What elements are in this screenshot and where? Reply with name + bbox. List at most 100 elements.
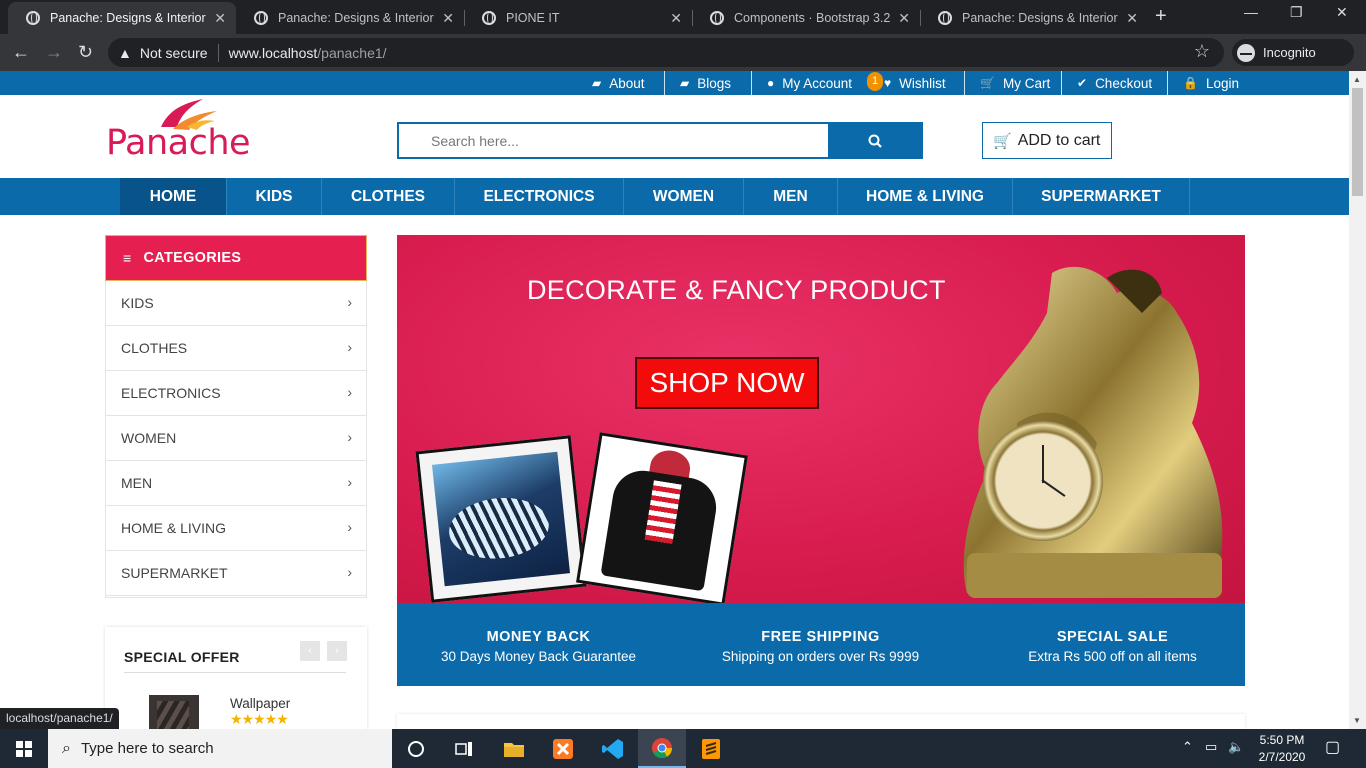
address-bar[interactable]: ▲ Not secure www.localhost /panache1/ ☆: [108, 38, 1224, 67]
restore-icon[interactable]: ❐: [1290, 4, 1303, 21]
wishlist-label: Wishlist: [899, 75, 946, 91]
nav-kids[interactable]: KIDS: [227, 178, 321, 215]
nav-separator: [1189, 178, 1190, 215]
wishlist-link[interactable]: ♥ Wishlist: [884, 71, 946, 95]
close-icon[interactable]: ✕: [670, 10, 682, 27]
browser-tab-3[interactable]: PIONE IT ✕: [464, 2, 692, 34]
category-item-home-living[interactable]: HOME & LIVING ›: [106, 506, 366, 551]
my-account-label: My Account: [782, 75, 853, 91]
checkout-link[interactable]: ✔ Checkout: [1077, 71, 1152, 95]
blogs-link[interactable]: ▰ Blogs: [680, 71, 731, 95]
my-cart-link[interactable]: 🛒 My Cart: [980, 71, 1050, 95]
close-window-icon[interactable]: ✕: [1336, 4, 1348, 21]
about-link[interactable]: ▰ About: [592, 71, 645, 95]
globe-icon: [938, 11, 952, 25]
nav-men[interactable]: MEN: [744, 178, 837, 215]
special-offer-title: SPECIAL OFFER: [124, 649, 240, 665]
top-link-separator: [1167, 71, 1168, 95]
start-button[interactable]: [0, 729, 48, 768]
nav-home-living[interactable]: HOME & LIVING: [838, 178, 1012, 215]
taskbar-search-placeholder: Type here to search: [80, 740, 214, 757]
check-icon: ✔: [1077, 76, 1088, 90]
top-link-bar: ▰ About ▰ Blogs ● My Account 1 ♥ Wishlis…: [0, 71, 1349, 95]
site-logo[interactable]: Panache: [105, 97, 255, 163]
category-item-women[interactable]: WOMEN ›: [106, 416, 366, 461]
xampp-icon[interactable]: [539, 729, 587, 768]
close-icon[interactable]: ✕: [214, 10, 226, 27]
chrome-icon[interactable]: [638, 729, 686, 768]
browser-toolbar: ← → ↻ ▲ Not secure www.localhost /panach…: [0, 34, 1366, 71]
nav-clothes[interactable]: CLOTHES: [322, 178, 454, 215]
nav-supermarket[interactable]: SUPERMARKET: [1013, 178, 1189, 215]
categories-header[interactable]: ≡ CATEGORIES: [105, 235, 367, 281]
tab-title: Panache: Designs & Interiors: [962, 11, 1119, 25]
search-bar: [397, 122, 923, 159]
search-icon: ⌕: [62, 739, 71, 757]
back-arrow-icon[interactable]: ←: [12, 41, 30, 63]
special-offer-panel: SPECIAL OFFER ‹ › Wallpaper ★★★★★: [105, 627, 367, 729]
vscode-icon[interactable]: [589, 729, 637, 768]
taskbar-clock[interactable]: 5:50 PM 2/7/2020: [1252, 732, 1312, 766]
category-item-electronics[interactable]: ELECTRONICS ›: [106, 371, 366, 416]
tiger-frame-image: [415, 435, 587, 603]
network-icon[interactable]: ▭: [1205, 739, 1217, 755]
file-explorer-icon[interactable]: [490, 729, 538, 768]
task-view-icon[interactable]: [440, 729, 488, 768]
rating-stars-icon: ★★★★★: [230, 711, 289, 727]
search-input[interactable]: [399, 124, 829, 157]
carousel-next-button[interactable]: ›: [327, 641, 347, 661]
category-item-supermarket[interactable]: SUPERMARKET ›: [106, 551, 366, 596]
reload-icon[interactable]: ↻: [78, 41, 93, 63]
forward-arrow-icon[interactable]: →: [45, 41, 63, 63]
tab-title: Components · Bootstrap 3.2.0 E: [734, 11, 891, 25]
security-indicator[interactable]: Not secure: [140, 45, 208, 61]
taskbar-search-box[interactable]: ⌕ Type here to search: [48, 729, 392, 768]
close-icon[interactable]: ✕: [442, 10, 454, 27]
add-to-cart-button[interactable]: 🛒 ADD to cart: [982, 122, 1112, 159]
product-name[interactable]: Wallpaper: [230, 696, 290, 711]
category-item-kids[interactable]: KIDS ›: [106, 281, 366, 326]
cortana-icon[interactable]: [392, 729, 440, 768]
shop-now-button[interactable]: SHOP NOW: [635, 357, 819, 409]
user-icon: ●: [767, 76, 775, 90]
notification-icon[interactable]: ▢: [1325, 737, 1340, 757]
browser-tab-1[interactable]: Panache: Designs & Interiors ✕: [8, 2, 236, 34]
feature-money-back: MONEY BACK 30 Days Money Back Guarantee: [397, 603, 680, 686]
search-button[interactable]: [828, 124, 921, 157]
blogs-label: Blogs: [697, 75, 732, 91]
volume-icon[interactable]: 🔈: [1228, 739, 1244, 755]
scroll-thumb[interactable]: [1352, 88, 1363, 196]
incognito-badge[interactable]: Incognito: [1232, 39, 1354, 66]
top-link-separator: [751, 71, 752, 95]
scroll-up-icon[interactable]: ▲: [1353, 75, 1361, 84]
browser-tab-5[interactable]: Panache: Designs & Interiors ✕: [920, 2, 1148, 34]
category-item-clothes[interactable]: CLOTHES ›: [106, 326, 366, 371]
book-icon: ▰: [680, 76, 690, 90]
browser-tab-4[interactable]: Components · Bootstrap 3.2.0 E ✕: [692, 2, 920, 34]
warning-icon[interactable]: ▲: [118, 45, 132, 61]
carousel-prev-button[interactable]: ‹: [300, 641, 320, 661]
login-link[interactable]: 🔒 Login: [1183, 71, 1239, 95]
category-label: CLOTHES: [121, 340, 188, 356]
page-scrollbar[interactable]: ▲ ▼: [1349, 71, 1366, 729]
add-to-cart-label: ADD to cart: [1017, 131, 1101, 149]
category-item-men[interactable]: MEN ›: [106, 461, 366, 506]
minimize-icon[interactable]: —: [1244, 4, 1258, 20]
browser-tab-2[interactable]: Panache: Designs & Interiors ✕: [236, 2, 464, 34]
nav-women[interactable]: WOMEN: [624, 178, 743, 215]
link-status-bubble: localhost/panache1/: [0, 708, 119, 729]
tray-chevron-up-icon[interactable]: ⌃: [1182, 739, 1193, 755]
new-tab-button[interactable]: +: [1155, 6, 1167, 26]
logo-wordmark: Panache: [106, 123, 251, 163]
close-icon[interactable]: ✕: [898, 10, 910, 27]
bookmark-star-icon[interactable]: ☆: [1194, 41, 1210, 62]
nav-home[interactable]: HOME: [120, 178, 226, 215]
my-account-link[interactable]: ● My Account: [767, 71, 852, 95]
feature-subtitle: Extra Rs 500 off on all items: [1028, 649, 1197, 664]
close-icon[interactable]: ✕: [1126, 10, 1138, 27]
product-thumbnail[interactable]: [149, 695, 199, 729]
nav-electronics[interactable]: ELECTRONICS: [455, 178, 623, 215]
sublime-text-icon[interactable]: [687, 729, 735, 768]
feature-title: SPECIAL SALE: [1056, 629, 1169, 645]
scroll-down-icon[interactable]: ▼: [1353, 716, 1361, 725]
